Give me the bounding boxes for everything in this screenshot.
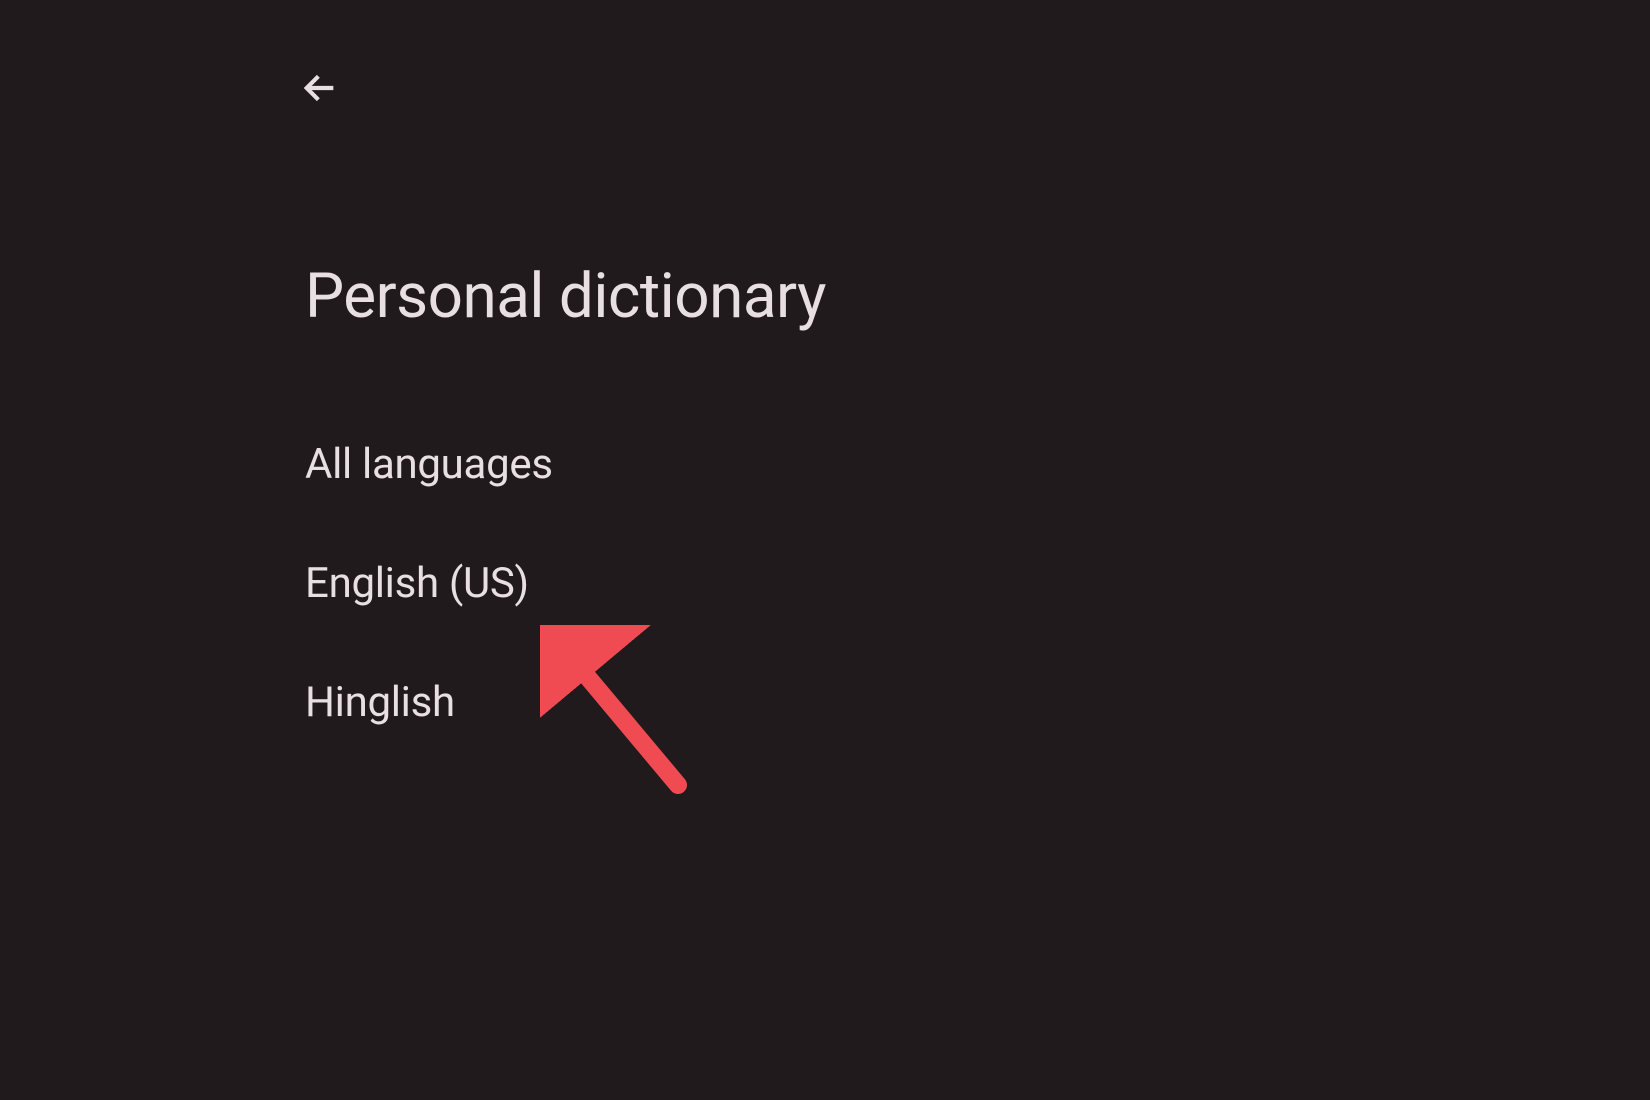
list-item-label: All languages [305,440,553,489]
list-item-label: English (US) [305,559,529,608]
annotation-arrow-icon [540,625,700,809]
arrow-left-icon [300,68,340,112]
list-item-english-us[interactable]: English (US) [305,524,553,643]
language-list: All languages English (US) Hinglish [305,405,553,762]
page-title: Personal dictionary [305,260,826,333]
list-item-all-languages[interactable]: All languages [305,405,553,524]
back-button[interactable] [290,60,350,120]
list-item-label: Hinglish [305,678,455,727]
list-item-hinglish[interactable]: Hinglish [305,643,553,762]
